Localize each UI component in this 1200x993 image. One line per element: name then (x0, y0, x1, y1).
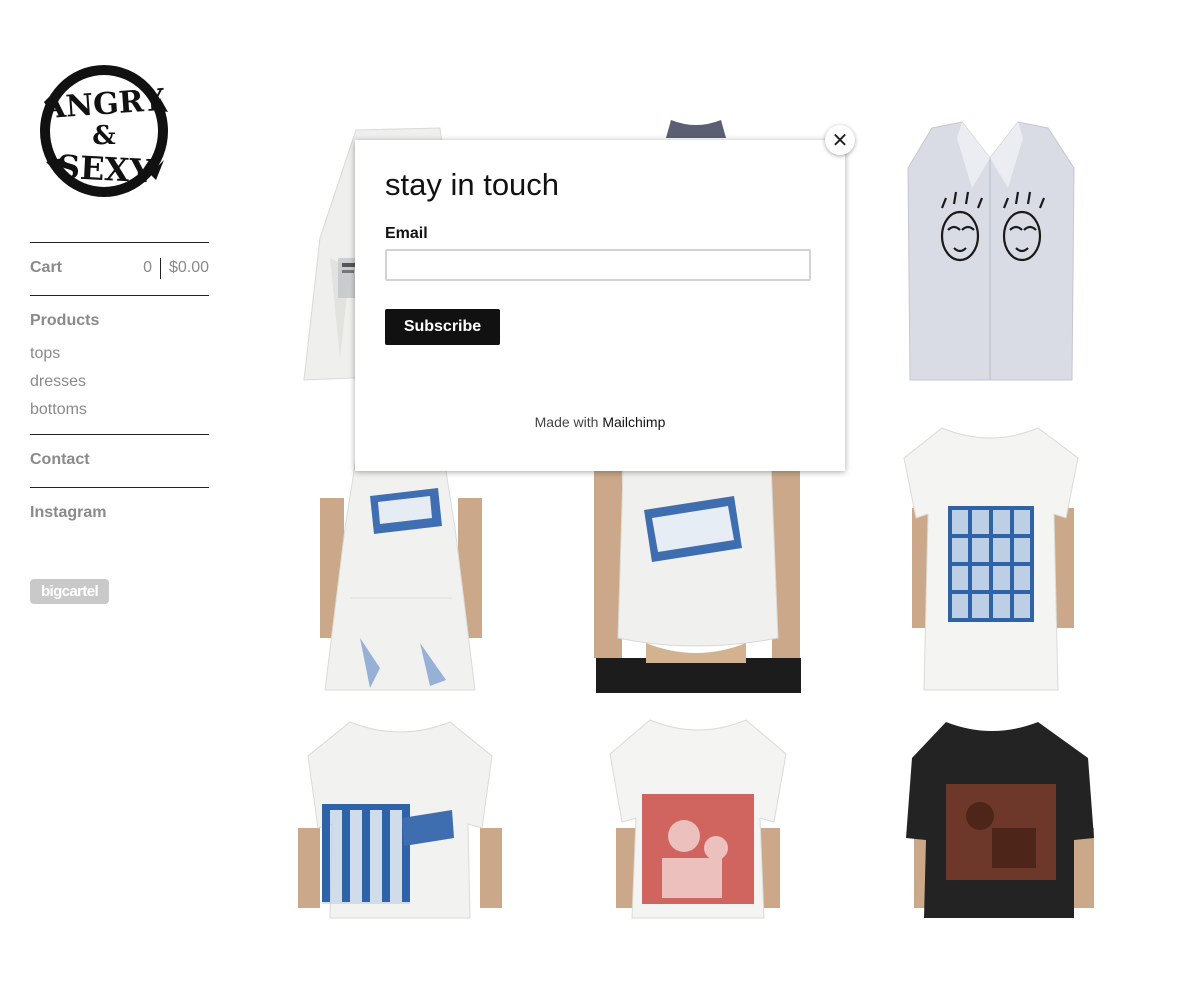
product-card[interactable] (270, 718, 530, 993)
bigcartel-badge[interactable]: bigcartel (30, 579, 109, 604)
email-input[interactable] (385, 249, 811, 281)
nav-category-bottoms[interactable]: bottoms (30, 401, 87, 419)
cart-separator (160, 258, 161, 279)
cart-row[interactable]: Cart 0 $0.00 (30, 258, 209, 279)
made-with-mailchimp[interactable]: Made with Mailchimp (355, 414, 845, 430)
product-image (907, 121, 1075, 381)
brand-logo[interactable]: ANGRY & SEXY (36, 62, 172, 200)
nav-products[interactable]: Products (30, 312, 99, 330)
popup-title: stay in touch (385, 167, 560, 202)
newsletter-popup: stay in touch Email Subscribe Made with … (355, 140, 845, 471)
nav-instagram[interactable]: Instagram (30, 504, 106, 522)
mailchimp-brand: Mailchimp (602, 414, 666, 430)
product-card[interactable] (862, 118, 1122, 393)
nav-contact[interactable]: Contact (30, 451, 90, 469)
cart-count: 0 (143, 259, 152, 276)
nav-category-tops[interactable]: tops (30, 345, 60, 363)
product-image (903, 427, 1079, 691)
divider (30, 295, 209, 296)
product-card[interactable] (862, 418, 1122, 693)
email-label: Email (385, 225, 428, 242)
divider (30, 487, 209, 488)
product-image (906, 722, 1094, 918)
cart-link[interactable]: Cart (30, 259, 62, 277)
divider (30, 434, 209, 435)
brand-logo-graphic: ANGRY & SEXY (40, 65, 168, 197)
nav-category-dresses[interactable]: dresses (30, 373, 86, 391)
product-card[interactable] (566, 718, 826, 993)
product-card[interactable] (862, 718, 1122, 993)
svg-text:SEXY: SEXY (56, 148, 154, 191)
product-image (609, 719, 787, 919)
divider (30, 242, 209, 243)
made-with-prefix: Made with (534, 414, 599, 430)
close-icon[interactable]: ✕ (825, 125, 855, 155)
svg-text:&: & (92, 121, 115, 151)
cart-total: $0.00 (168, 259, 209, 276)
product-image (298, 721, 502, 919)
subscribe-button[interactable]: Subscribe (385, 309, 500, 345)
